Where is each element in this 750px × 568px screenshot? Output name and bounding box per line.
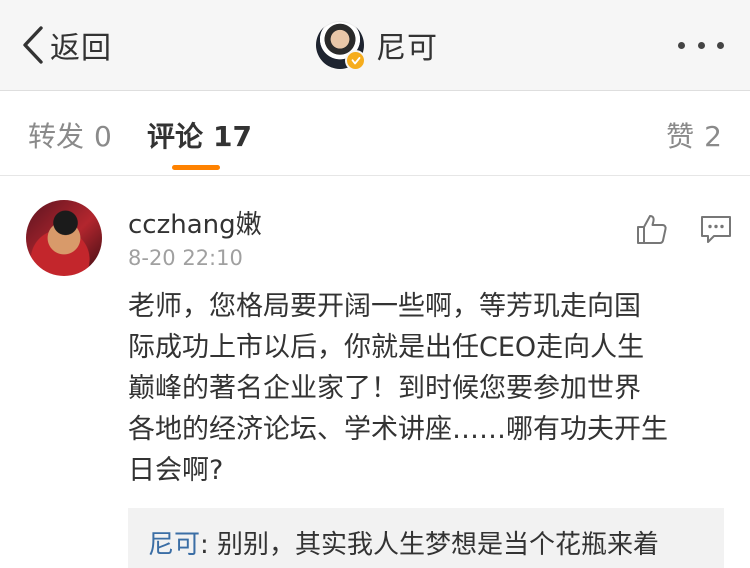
nav-title-group[interactable]: 尼可 (316, 20, 438, 71)
more-icon[interactable] (678, 38, 724, 52)
more-dot (717, 41, 724, 49)
comment-time: 8-20 22:10 (128, 246, 243, 270)
tab-repost[interactable]: 转发 0 (28, 115, 112, 155)
tab-repost-count: 0 (94, 120, 112, 153)
tab-repost-label: 转发 (28, 120, 85, 153)
tab-comment-count: 17 (213, 120, 252, 153)
tab-bar: 转发 0 评论 17 赞2 (0, 91, 750, 176)
tab-comment-label: 评论 (147, 120, 204, 153)
more-dot (678, 41, 685, 49)
comment-item: cczhang嫩 8-20 22:10 老师，您格局要开阔一些啊，等芳玑走向国 … (0, 176, 750, 568)
comment-username[interactable]: cczhang嫩 (128, 204, 262, 241)
avatar[interactable] (316, 21, 366, 71)
tab-active-indicator (172, 165, 220, 170)
comment-avatar[interactable] (26, 200, 102, 276)
back-chevron-icon (23, 26, 43, 64)
page-title: 尼可 (376, 31, 438, 66)
back-label: 返回 (50, 31, 112, 66)
back-button[interactable]: 返回 (22, 24, 112, 66)
reply-preview[interactable]: 尼可: 别别，其实我人生梦想是当个花瓶来着 (128, 508, 724, 568)
tab-like-label: 赞 (666, 120, 695, 153)
reply-line: 尼可: 别别，其实我人生梦想是当个花瓶来着 (148, 524, 659, 561)
like-icon[interactable] (635, 212, 669, 246)
tab-like[interactable]: 赞2 (666, 115, 722, 155)
verified-icon (345, 50, 366, 71)
tab-comment[interactable]: 评论 17 (147, 115, 252, 155)
reply-icon[interactable] (699, 212, 733, 246)
comment-text: 老师，您格局要开阔一些啊，等芳玑走向国 际成功上市以后，你就是出任CEO走向人生… (128, 291, 668, 486)
tab-like-count: 2 (704, 120, 722, 153)
nav-bar: 返回 尼可 (0, 0, 750, 91)
more-dot (697, 41, 705, 49)
